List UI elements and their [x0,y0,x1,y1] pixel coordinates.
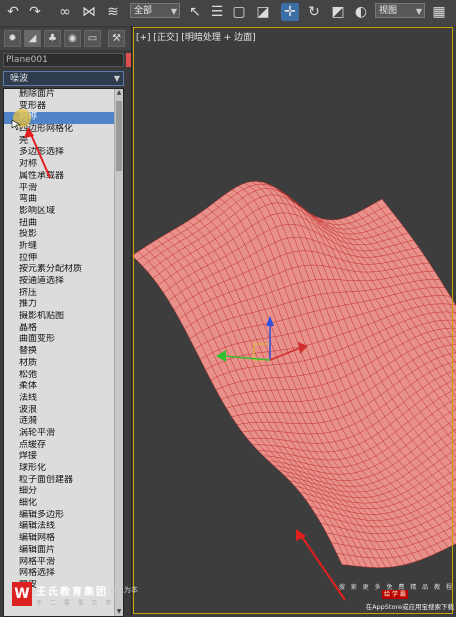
red-arrow-left [29,131,51,179]
brand-logo-icon: W [12,582,32,606]
promo-badge: 绘 学 霸 [382,590,408,599]
promo-download-text: 在AppStore或应用宝搜索下载 [365,603,454,611]
brand-subtitle: 于 二 零 零 三 年 [36,600,115,607]
watermark-promo: 搜 索 更 多 免 费 精 品 教 程 绘 学 霸 在AppStore或应用宝搜… [338,582,454,614]
brand-tagline: 以人为本 [110,586,138,594]
watermark-logo: W 王氏教育集团 以人为本 于 二 零 零 三 年 [10,580,140,614]
brand-name: 王氏教育集团 [36,587,108,598]
annotation-overlay [11,109,346,601]
